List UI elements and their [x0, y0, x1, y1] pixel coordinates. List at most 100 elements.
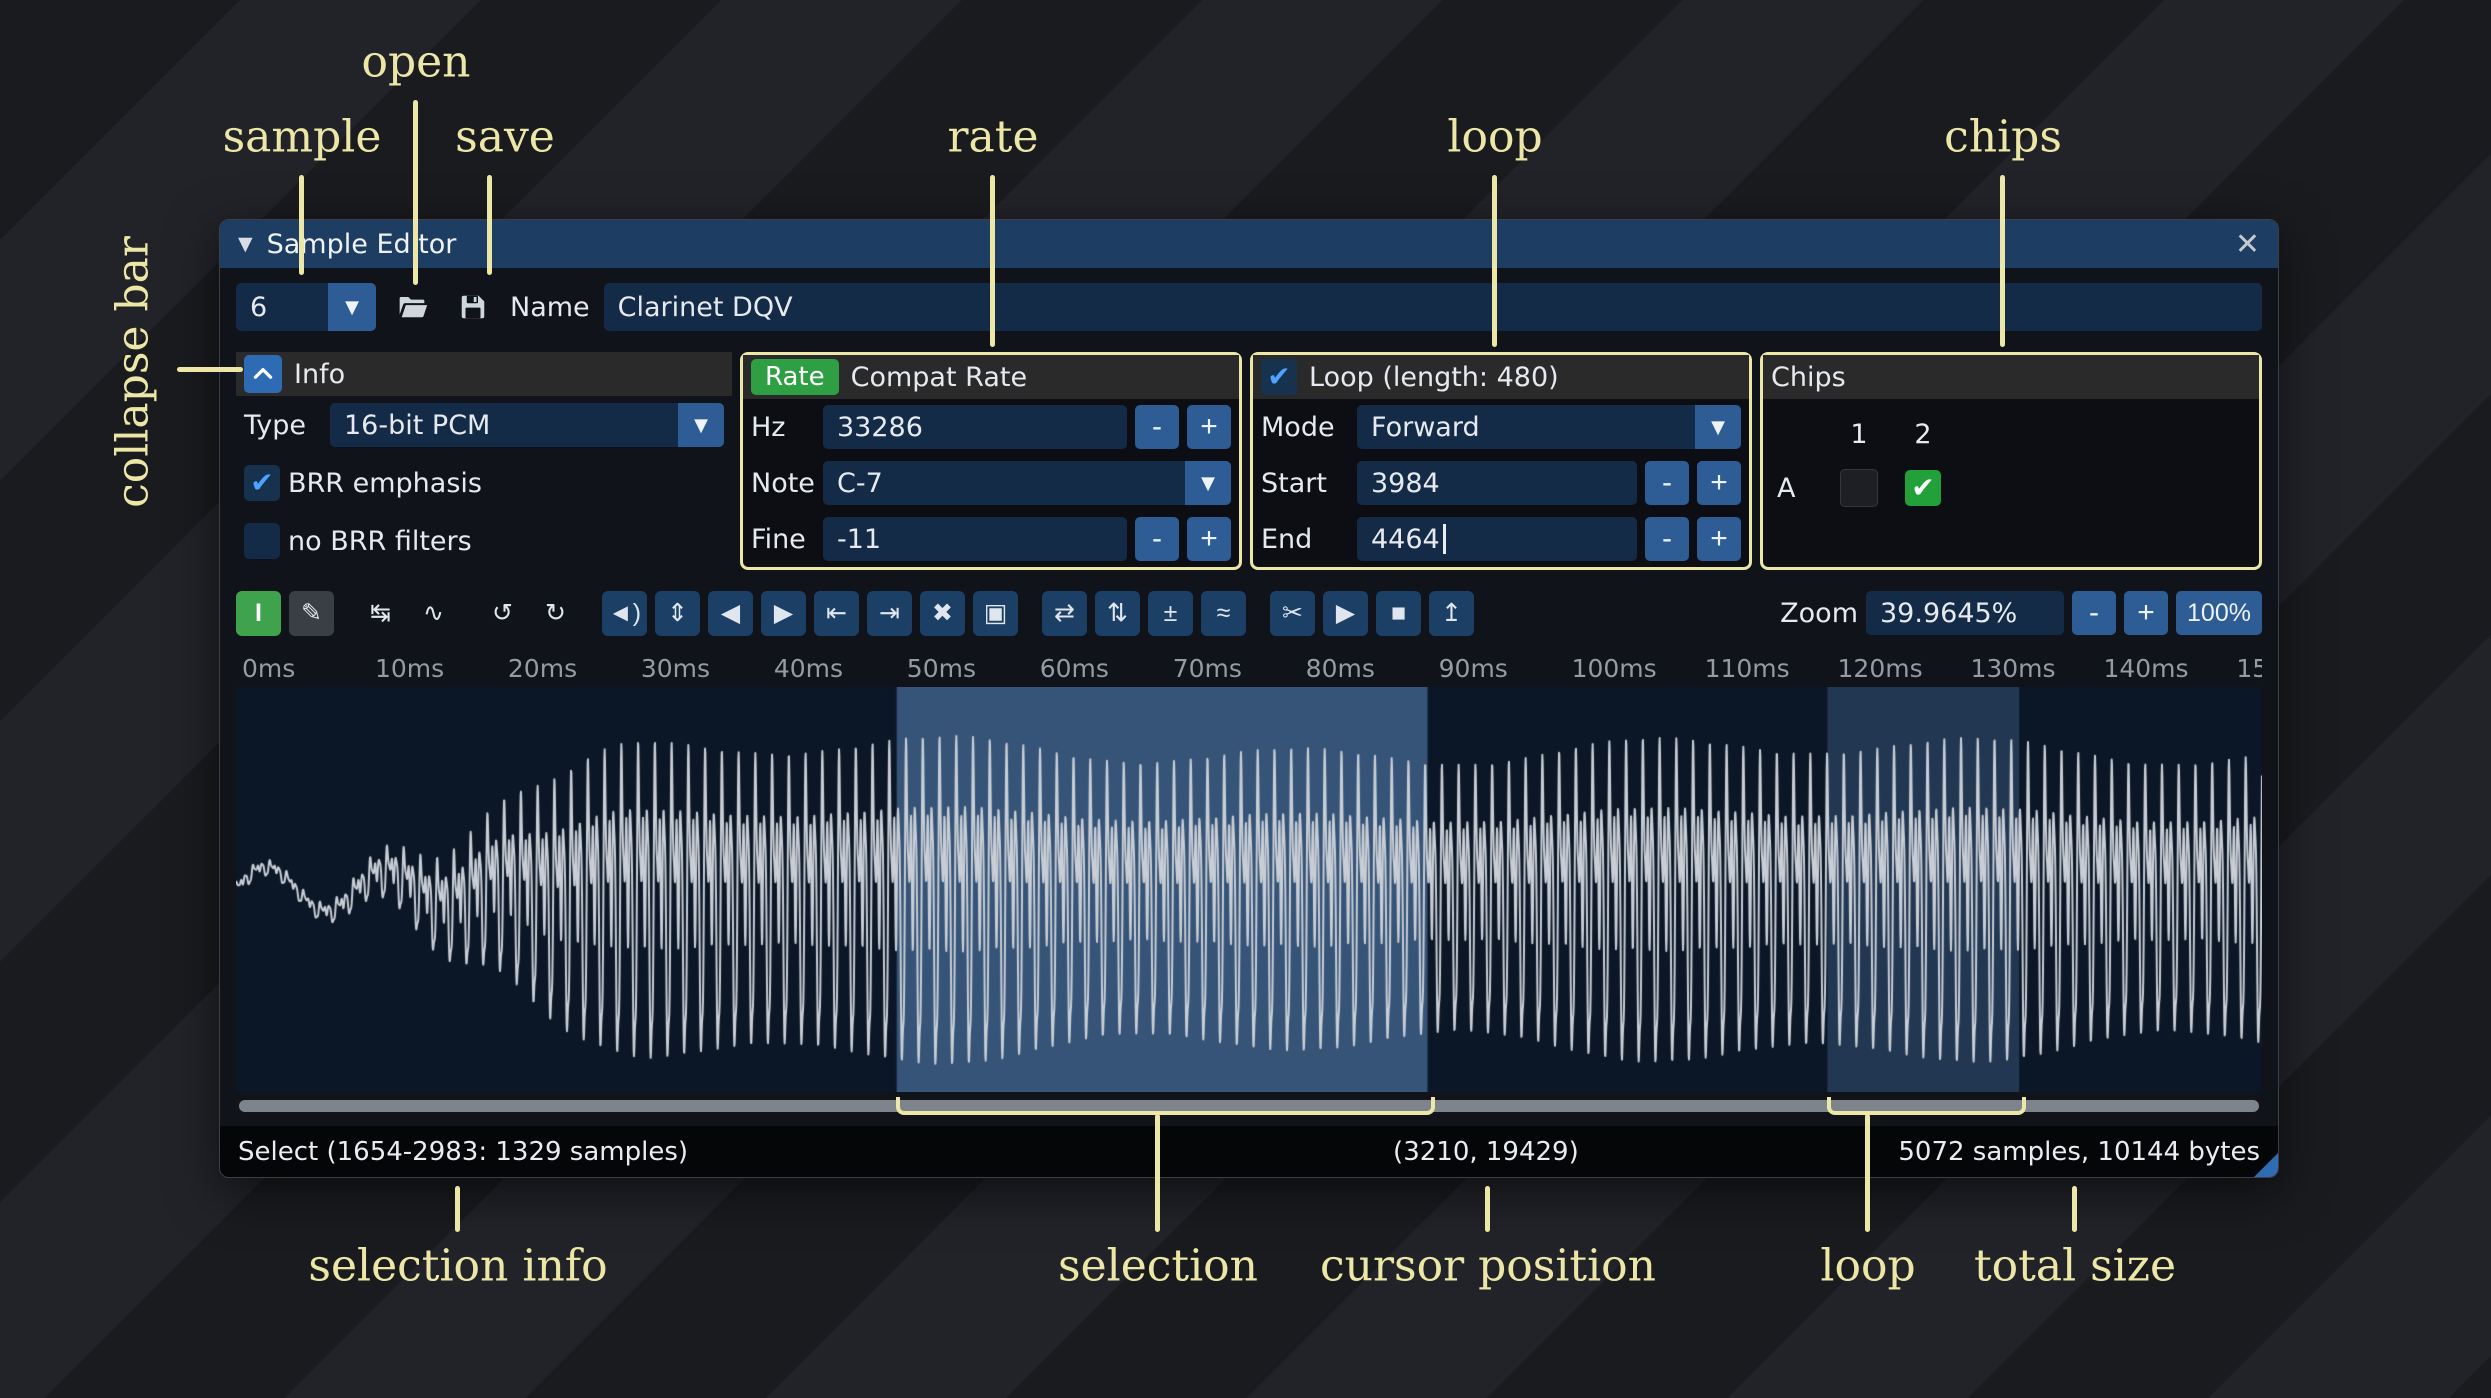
fine-row: Fine -11 - +: [743, 511, 1239, 567]
cursor-position-text: (3210, 19429): [1393, 1136, 1579, 1167]
fine-decrease-button[interactable]: -: [1135, 517, 1179, 561]
upload-icon: ↥: [1441, 598, 1462, 627]
silence-button[interactable]: ⇥: [867, 590, 912, 636]
loop-start-input[interactable]: 3984: [1357, 461, 1637, 505]
hz-increase-button[interactable]: +: [1187, 405, 1231, 449]
status-bar: Select (1654-2983: 1329 samples) (3210, …: [220, 1126, 2278, 1177]
chevron-down-icon[interactable]: ▼: [1695, 405, 1741, 449]
trim-button[interactable]: ▣: [973, 590, 1018, 636]
loop-start-row: Start 3984 - +: [1253, 455, 1749, 511]
collapse-info-button[interactable]: [244, 355, 282, 393]
annotation-line: [1155, 1114, 1160, 1232]
no-brr-filters-checkbox[interactable]: [244, 523, 280, 559]
loop-end-increase-button[interactable]: +: [1697, 517, 1741, 561]
sample-selector-value: 6: [236, 283, 328, 331]
chip-1-checkbox[interactable]: [1840, 469, 1878, 507]
annotation-rate: rate: [947, 111, 1039, 163]
waveform-display[interactable]: [236, 687, 2262, 1092]
invert-button[interactable]: ⇅: [1095, 590, 1140, 636]
rate-toggle-button[interactable]: Rate: [751, 359, 839, 395]
save-button[interactable]: [450, 283, 496, 331]
zoom-reset-button[interactable]: 100%: [2176, 591, 2262, 635]
loop-start-decrease-button[interactable]: -: [1645, 461, 1689, 505]
filter-button[interactable]: ≈: [1201, 590, 1246, 636]
sample-type-select[interactable]: 16-bit PCM ▼: [330, 403, 724, 447]
fade-in-button[interactable]: ◀: [708, 590, 753, 636]
loop-end-input[interactable]: 4464: [1357, 517, 1637, 561]
create-wavetable-button[interactable]: ↥: [1429, 590, 1474, 636]
chip-row-label-A: A: [1777, 472, 1796, 504]
close-button[interactable]: ✕: [2235, 227, 2260, 262]
annotation-total-size: total size: [1973, 1240, 2177, 1292]
ruler-label: 150ms: [2236, 654, 2262, 683]
window-collapse-icon[interactable]: ▼: [238, 233, 253, 255]
zoom-in-button[interactable]: +: [2124, 591, 2168, 635]
window-title: Sample Editor: [266, 228, 457, 260]
sign-button[interactable]: ±: [1148, 590, 1193, 636]
ruler-label: 40ms: [773, 654, 844, 683]
loop-mode-select[interactable]: Forward ▼: [1357, 405, 1741, 449]
amplify-button[interactable]: ◄): [602, 590, 647, 636]
normalize-icon: ⇕: [667, 598, 688, 627]
redo-button[interactable]: ↻: [533, 591, 578, 636]
chips-panel: Chips 1 2 A ✔: [1760, 352, 2262, 570]
hz-decrease-button[interactable]: -: [1135, 405, 1179, 449]
compat-rate-label[interactable]: Compat Rate: [851, 362, 1027, 393]
sample-selector[interactable]: 6 ▼: [236, 283, 376, 331]
annotation-save: save: [455, 111, 555, 163]
hz-row: Hz 33286 - +: [743, 399, 1239, 455]
fine-input[interactable]: -11: [823, 517, 1127, 561]
normalize-button[interactable]: ⇕: [655, 590, 700, 636]
zoom-out-button[interactable]: -: [2072, 591, 2116, 635]
resize-button[interactable]: ↹: [358, 591, 403, 636]
loop-end-decrease-button[interactable]: -: [1645, 517, 1689, 561]
type-label: Type: [244, 409, 307, 441]
chevron-down-icon[interactable]: ▼: [678, 403, 724, 447]
titlebar[interactable]: ▼ Sample Editor ✕: [220, 220, 2278, 268]
stop-icon: ■: [1390, 598, 1407, 627]
reverse-button[interactable]: ⇄: [1042, 590, 1087, 636]
chip-2-checkbox[interactable]: ✔: [1905, 470, 1941, 506]
delete-button[interactable]: ✖: [920, 590, 965, 636]
preview-play-button[interactable]: ▶: [1323, 590, 1368, 636]
loop-start-increase-button[interactable]: +: [1697, 461, 1741, 505]
ruler-label: 10ms: [374, 654, 445, 683]
loop-enable-checkbox[interactable]: ✔: [1261, 359, 1297, 395]
sample-header-row: 6 ▼ Name Clarinet DQV: [236, 282, 2262, 332]
preview-stop-button[interactable]: ■: [1376, 590, 1421, 636]
text-caret: [1442, 524, 1446, 554]
ruler-label: 30ms: [640, 654, 711, 683]
window-body: 6 ▼ Name Clarinet DQV Info Type 16-bit P…: [220, 268, 2278, 1114]
chevron-down-icon[interactable]: ▼: [328, 283, 376, 331]
crossfade-button[interactable]: ✂: [1270, 590, 1315, 636]
chip-column-header-1: 1: [1850, 418, 1868, 450]
loop-panel-header: ✔ Loop (length: 480): [1253, 355, 1749, 399]
draw-button[interactable]: ✎: [289, 590, 334, 636]
ruler-label: 90ms: [1438, 654, 1508, 683]
note-value: C-7: [823, 461, 1185, 505]
floppy-save-icon: [461, 295, 485, 319]
brr-emphasis-checkbox[interactable]: ✔: [244, 465, 280, 501]
chips-panel-header: Chips: [1763, 355, 2259, 399]
name-input[interactable]: Clarinet DQV: [603, 283, 2262, 331]
zoom-input[interactable]: 39.9645%: [1866, 591, 2064, 635]
fine-increase-button[interactable]: +: [1187, 517, 1231, 561]
resample-button[interactable]: ∿: [411, 591, 456, 636]
delete-icon: ✖: [932, 598, 953, 627]
silence-icon: ⇥: [879, 598, 900, 627]
fade-out-button[interactable]: ▶: [761, 590, 806, 636]
fine-label: Fine: [751, 523, 806, 555]
zoom-label: Zoom: [1780, 597, 1858, 629]
loop-mode-label: Mode: [1261, 411, 1335, 443]
chevron-down-icon[interactable]: ▼: [1185, 461, 1231, 505]
hz-input[interactable]: 33286: [823, 405, 1127, 449]
waveform-canvas[interactable]: [236, 687, 2262, 1092]
edit-select-button[interactable]: I: [236, 590, 281, 636]
insert-silence-button[interactable]: ⇤: [814, 590, 859, 636]
undo-button[interactable]: ↺: [480, 591, 525, 636]
open-button[interactable]: [390, 283, 436, 331]
resize-grip[interactable]: [2254, 1153, 2278, 1177]
check-icon: ✔: [1911, 471, 1935, 504]
annotation-cursor-position: cursor position: [1320, 1240, 1656, 1292]
note-select[interactable]: C-7 ▼: [823, 461, 1231, 505]
